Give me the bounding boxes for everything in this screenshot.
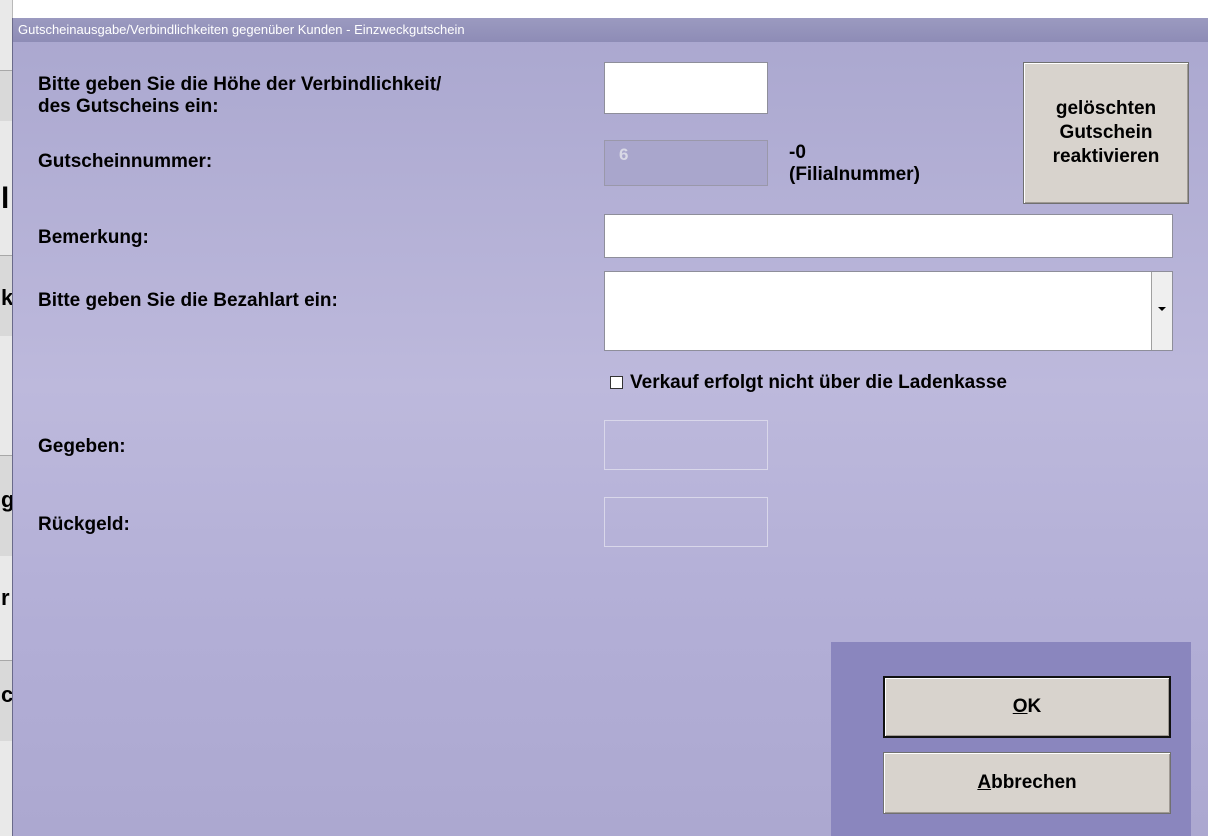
branch-suffix-note: (Filialnummer) <box>789 164 920 185</box>
background-glyph: l <box>1 182 10 215</box>
payment-method-label: Bitte geben Sie die Bezahlart ein: <box>38 290 338 311</box>
reactivate-voucher-button[interactable]: gelöschten Gutschein reaktivieren <box>1023 62 1189 204</box>
cancel-button[interactable]: Abbrechen <box>883 752 1171 814</box>
reactivate-label-line1: gelöschten <box>1055 98 1157 119</box>
amount-label: Bitte geben Sie die Höhe der Verbindlich… <box>38 74 441 118</box>
amount-input[interactable] <box>604 62 768 114</box>
dialog-title: Gutscheinausgabe/Verbindlichkeiten gegen… <box>13 18 1208 42</box>
cancel-label-rest: bbrechen <box>991 772 1077 793</box>
remark-label: Bemerkung: <box>38 227 149 248</box>
voucher-number-field: 6 <box>604 140 768 186</box>
change-field <box>604 497 768 547</box>
ok-mnemonic: O <box>1012 696 1028 717</box>
not-register-sale-label[interactable]: Verkauf erfolgt nicht über die Ladenkass… <box>630 372 1007 394</box>
change-label: Rückgeld: <box>38 514 130 535</box>
payment-method-select[interactable] <box>604 271 1173 351</box>
not-register-sale-checkbox[interactable] <box>610 376 623 389</box>
background-segment <box>0 70 12 121</box>
branch-suffix: -0 (Filialnummer) <box>789 142 920 186</box>
given-label: Gegeben: <box>38 436 126 457</box>
branch-suffix-value: -0 <box>789 142 806 163</box>
amount-label-line2: des Gutscheins ein: <box>38 96 219 117</box>
cancel-mnemonic: A <box>977 772 992 793</box>
chevron-down-icon[interactable] <box>1151 272 1172 350</box>
voucher-number-label: Gutscheinnummer: <box>38 151 213 172</box>
reactivate-label-line2: Gutschein <box>1059 122 1153 143</box>
ok-label-rest: K <box>1027 696 1042 717</box>
ok-button[interactable]: OK <box>883 676 1171 738</box>
reactivate-label-line3: reaktivieren <box>1052 146 1160 167</box>
background-app-top <box>0 0 1208 8</box>
given-field <box>604 420 768 470</box>
voucher-dialog: Gutscheinausgabe/Verbindlichkeiten gegen… <box>12 18 1208 836</box>
amount-label-line1: Bitte geben Sie die Höhe der Verbindlich… <box>38 74 442 95</box>
remark-input[interactable] <box>604 214 1173 258</box>
background-glyph: r <box>1 585 10 610</box>
